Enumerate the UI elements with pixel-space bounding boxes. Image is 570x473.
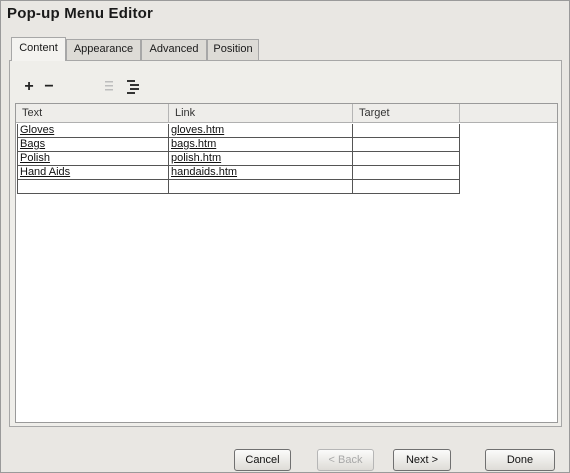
dialog-title: Pop-up Menu Editor <box>7 5 154 22</box>
back-button[interactable]: < Back <box>317 449 374 471</box>
outdent-icon[interactable] <box>100 77 118 97</box>
cell-target[interactable] <box>353 152 460 166</box>
plus-icon[interactable]: + <box>20 77 38 97</box>
cell-text[interactable] <box>17 180 169 194</box>
menu-items-grid: Text Link Target Gloves gloves.htm Bags … <box>15 103 558 423</box>
cell-text[interactable]: Hand Aids <box>17 166 169 180</box>
tab-position[interactable]: Position <box>207 39 259 60</box>
next-button[interactable]: Next > <box>393 449 451 471</box>
cancel-button[interactable]: Cancel <box>234 449 291 471</box>
done-button[interactable]: Done <box>485 449 555 471</box>
popup-menu-editor-dialog: Pop-up Menu Editor Content Appearance Ad… <box>0 0 570 473</box>
cell-link[interactable]: polish.htm <box>169 152 353 166</box>
indent-icon[interactable] <box>124 77 142 97</box>
cell-target[interactable] <box>353 138 460 152</box>
cell-target[interactable] <box>353 124 460 138</box>
column-header-target[interactable]: Target <box>353 104 460 123</box>
content-panel: + − Text Link Target Gloves gloves.htm B… <box>9 60 562 427</box>
cell-target[interactable] <box>353 166 460 180</box>
cell-link[interactable]: gloves.htm <box>169 124 353 138</box>
cell-link[interactable]: bags.htm <box>169 138 353 152</box>
cell-link[interactable]: handaids.htm <box>169 166 353 180</box>
tab-appearance[interactable]: Appearance <box>66 39 141 60</box>
column-header-text[interactable]: Text <box>16 104 169 123</box>
cell-text[interactable]: Bags <box>17 138 169 152</box>
tab-content[interactable]: Content <box>11 37 66 61</box>
grid-header: Text Link Target <box>16 104 557 123</box>
cell-target[interactable] <box>353 180 460 194</box>
cell-text[interactable]: Polish <box>17 152 169 166</box>
minus-icon[interactable]: − <box>40 77 58 97</box>
cell-link[interactable] <box>169 180 353 194</box>
cell-text[interactable]: Gloves <box>17 124 169 138</box>
column-header-link[interactable]: Link <box>169 104 353 123</box>
tab-advanced[interactable]: Advanced <box>141 39 207 60</box>
